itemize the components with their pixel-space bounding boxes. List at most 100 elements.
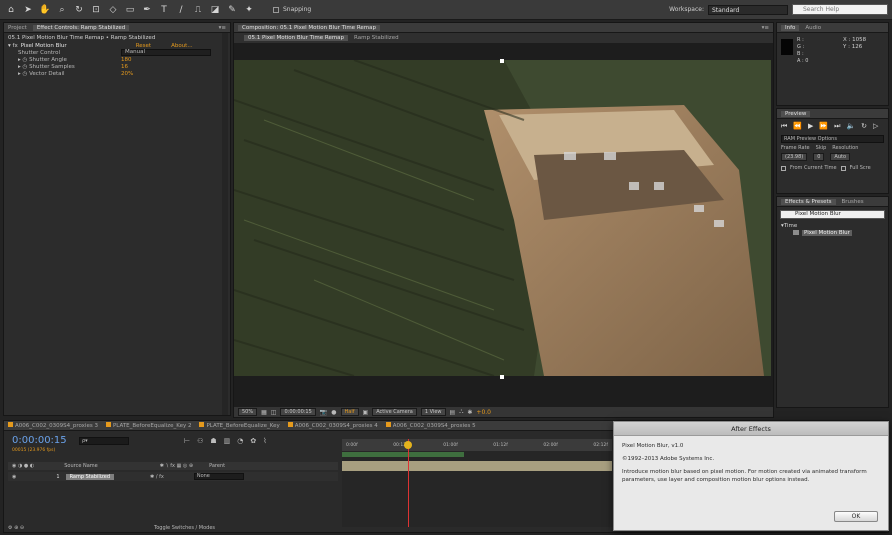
tab-audio[interactable]: Audio: [805, 25, 821, 31]
timeline-track-area[interactable]: 0:00f 00:12f 01:00f 01:12f 02:00f 02:12f: [342, 439, 612, 527]
layer-switches-icon[interactable]: ✱ / fx: [150, 474, 164, 480]
property-value[interactable]: 180: [121, 57, 132, 63]
property-value[interactable]: 20%: [121, 71, 133, 77]
timeline-timecode[interactable]: 0:00:00:15: [12, 435, 67, 446]
crop-handle-bottom[interactable]: [500, 375, 504, 379]
exposure-value[interactable]: +0.0: [476, 409, 491, 416]
effects-category[interactable]: ▾ Time: [777, 222, 888, 229]
brush-tool-icon[interactable]: ∕: [175, 4, 187, 16]
work-area-bar[interactable]: [342, 452, 464, 457]
tab-brushes[interactable]: Brushes: [842, 199, 864, 205]
quality-dropdown[interactable]: Half: [340, 408, 359, 416]
audio-icon[interactable]: 🔈: [846, 122, 855, 130]
snapshot-icon[interactable]: 📷: [320, 409, 327, 416]
play-icon[interactable]: ▶: [808, 122, 813, 130]
tab-preview[interactable]: Preview: [781, 110, 811, 117]
hide-shy-icon[interactable]: ☗: [210, 437, 216, 445]
mask-icon[interactable]: ◫: [271, 409, 277, 416]
timeline-tab[interactable]: PLATE_BeforeEqualize_Key: [199, 422, 280, 429]
draft-3d-icon[interactable]: ⚇: [197, 437, 203, 445]
hand-tool-icon[interactable]: ✋: [39, 4, 51, 16]
pan-behind-tool-icon[interactable]: ◇: [107, 4, 119, 16]
panel-menu-icon[interactable]: ▾≡: [219, 25, 226, 31]
from-current-checkbox[interactable]: [781, 165, 786, 171]
timeline-search-input[interactable]: ρ▾: [79, 437, 129, 445]
clone-tool-icon[interactable]: ⎍: [192, 4, 204, 16]
puppet-tool-icon[interactable]: ✦: [243, 4, 255, 16]
viewer-area[interactable]: [234, 43, 773, 407]
ram-preview-icon[interactable]: ▷: [873, 122, 878, 130]
tab-info[interactable]: Info: [781, 24, 800, 31]
about-link[interactable]: About...: [171, 43, 193, 49]
zoom-dropdown[interactable]: 50%: [238, 408, 258, 416]
brainstorm-icon[interactable]: ✿: [250, 437, 256, 445]
first-frame-icon[interactable]: ⏮: [781, 122, 787, 131]
toggle-switches-button[interactable]: Toggle Switches / Modes: [154, 525, 215, 531]
parent-dropdown[interactable]: None: [193, 473, 244, 480]
rotate-tool-icon[interactable]: ↻: [73, 4, 85, 16]
visibility-icon[interactable]: ◉: [12, 474, 16, 480]
selection-tool-icon[interactable]: ➤: [22, 4, 34, 16]
timeline-tab[interactable]: PLATE_BeforeEqualize_Key 2: [105, 422, 191, 429]
camera-tool-icon[interactable]: ⊡: [90, 4, 102, 16]
scrollbar[interactable]: [222, 33, 228, 415]
layer-bar[interactable]: [342, 461, 612, 471]
next-frame-icon[interactable]: ⏩: [819, 122, 828, 130]
current-time-indicator[interactable]: [408, 439, 409, 527]
tab-effects-presets[interactable]: Effects & Presets: [781, 198, 836, 205]
eraser-tool-icon[interactable]: ◪: [209, 4, 221, 16]
search-help-field[interactable]: Search Help: [792, 4, 888, 15]
channel-icon[interactable]: ●: [331, 409, 336, 416]
workspace-select[interactable]: Standard: [708, 4, 788, 15]
shutter-control-dropdown[interactable]: Manual: [121, 49, 211, 56]
flowchart-icon[interactable]: ⛬: [459, 408, 463, 416]
graph-editor-icon[interactable]: ⌇: [263, 437, 266, 445]
roto-tool-icon[interactable]: ✎: [226, 4, 238, 16]
tab-composition[interactable]: Composition: 05.1 Pixel Motion Blur Time…: [238, 24, 380, 31]
playhead-handle[interactable]: [404, 441, 412, 449]
loop-icon[interactable]: ↻: [861, 122, 867, 130]
layer-name[interactable]: Ramp Stabilized: [65, 473, 115, 480]
expand-icon[interactable]: ⚙ ⊕ ⊖: [8, 525, 24, 531]
panel-menu-icon[interactable]: ▾≡: [762, 25, 769, 31]
exposure-icon[interactable]: ✱: [467, 409, 472, 416]
property-value[interactable]: 16: [121, 64, 128, 70]
full-screen-checkbox[interactable]: [840, 165, 846, 171]
type-tool-icon[interactable]: T: [158, 4, 170, 16]
views-dropdown[interactable]: 1 View: [420, 408, 446, 416]
comp-mini-flowchart-icon[interactable]: ⊢: [184, 437, 190, 445]
timeline-tab[interactable]: A006_C002_0309S4_proxies 3: [8, 422, 98, 429]
footage-frame[interactable]: [234, 60, 771, 376]
last-frame-icon[interactable]: ⏭: [834, 122, 840, 131]
time-ruler[interactable]: 0:00f 00:12f 01:00f 01:12f 02:00f 02:12f: [342, 439, 612, 451]
toggle-pixel-icon[interactable]: ▤: [450, 409, 456, 416]
timecode-field[interactable]: 0:00:00:15: [280, 408, 316, 416]
zoom-tool-icon[interactable]: ⌕: [56, 4, 68, 16]
ram-preview-options-dropdown[interactable]: RAM Preview Options: [781, 135, 884, 143]
subtab-comp[interactable]: 05.1 Pixel Motion Blur Time Remap: [244, 35, 349, 41]
tab-project[interactable]: Project: [8, 25, 27, 31]
grid-icon[interactable]: ▦: [261, 409, 267, 416]
home-icon[interactable]: ⌂: [5, 4, 17, 16]
snapping-checkbox[interactable]: [273, 6, 279, 13]
effects-item[interactable]: Pixel Motion Blur: [777, 229, 888, 236]
frame-blending-icon[interactable]: ▥: [224, 437, 231, 445]
reset-link[interactable]: Reset: [136, 43, 151, 49]
ok-button[interactable]: OK: [834, 511, 878, 522]
tab-effect-controls[interactable]: Effect Controls: Ramp Stabilized: [32, 24, 130, 31]
region-icon[interactable]: ▣: [363, 409, 369, 416]
resolution-dropdown[interactable]: Auto: [830, 153, 851, 161]
effects-search-input[interactable]: Pixel Motion Blur: [780, 210, 885, 219]
layer-row[interactable]: ◉ 1 Ramp Stabilized ✱ / fx None: [8, 472, 338, 481]
mask-tool-icon[interactable]: ▭: [124, 4, 136, 16]
skip-field[interactable]: 0: [813, 153, 825, 161]
subtab-layer[interactable]: Ramp Stabilized: [354, 35, 399, 41]
camera-dropdown[interactable]: Active Camera: [372, 408, 417, 416]
frame-rate-dropdown[interactable]: (23.98): [781, 153, 808, 161]
pen-tool-icon[interactable]: ✒: [141, 4, 153, 16]
timeline-tab[interactable]: A006_C002_0309S4_proxies 4: [287, 422, 378, 429]
motion-blur-icon[interactable]: ◔: [237, 437, 243, 445]
prev-frame-icon[interactable]: ⏪: [793, 122, 802, 130]
fx-badge[interactable]: ▾ fx: [8, 43, 18, 49]
timeline-tab[interactable]: A006_C002_0309S4_proxies 5: [385, 422, 476, 429]
